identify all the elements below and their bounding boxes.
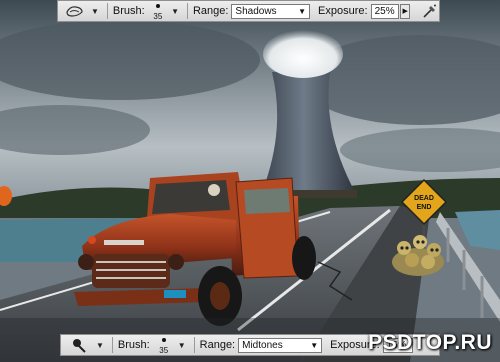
brush-preview[interactable]: 35 (153, 336, 175, 355)
divider (193, 337, 195, 353)
divider (187, 3, 188, 19)
options-bar-top: ▼ Brush: 35 ▼ Range: Shadows ▼ Exposure:… (57, 0, 440, 22)
brush-chevron-icon[interactable]: ▼ (171, 7, 179, 16)
range-value: Midtones (242, 339, 283, 351)
dodge-tool-icon[interactable] (62, 2, 88, 20)
brush-label: Brush: (117, 339, 150, 351)
airbrush-icon[interactable] (420, 2, 439, 20)
range-value: Shadows (235, 5, 277, 17)
brush-size: 35 (153, 12, 163, 21)
range-select[interactable]: Shadows ▼ (231, 3, 311, 19)
brush-tip-icon (161, 338, 166, 342)
chevron-down-icon: ▼ (298, 6, 307, 16)
burn-tool-icon[interactable] (65, 336, 93, 354)
steam (263, 30, 343, 78)
sign-text-line1: DEAD (414, 195, 434, 202)
sign-text-line2: END (417, 204, 432, 211)
tool-preset-chevron-icon[interactable]: ▼ (91, 7, 99, 16)
canvas-image: DEAD END (0, 0, 500, 362)
brush-label: Brush: (112, 5, 145, 17)
range-label: Range: (199, 339, 236, 351)
chevron-down-icon: ▼ (310, 340, 319, 350)
tool-preset-chevron-icon[interactable]: ▼ (96, 341, 104, 350)
brush-tip-icon (155, 4, 160, 8)
exposure-slider-button[interactable]: ▶ (400, 3, 411, 19)
exposure-label: Exposure: (318, 5, 368, 17)
brush-chevron-icon[interactable]: ▼ (178, 341, 186, 350)
watermark: PSDTOP.RU (368, 331, 492, 354)
divider (106, 3, 108, 19)
range-select[interactable]: Midtones ▼ (238, 337, 323, 353)
brush-preview[interactable]: 35 (148, 2, 168, 21)
scene-illustration: DEAD END (0, 0, 500, 362)
brush-size: 35 (159, 346, 169, 355)
divider (111, 337, 113, 353)
exposure-input[interactable]: 25% (370, 3, 400, 19)
range-label: Range: (192, 5, 229, 17)
exposure-value: 25% (374, 5, 395, 17)
